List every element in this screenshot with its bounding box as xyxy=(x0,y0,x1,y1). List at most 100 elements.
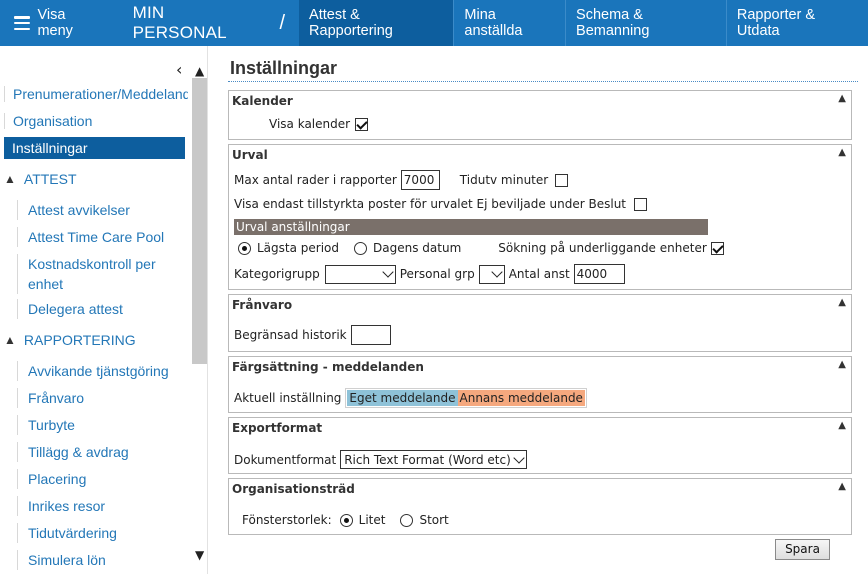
sidebar-item-delegera-attest[interactable]: Delegera attest xyxy=(17,299,187,319)
show-menu-button[interactable]: Visa meny xyxy=(0,0,117,46)
tab-mina-anstallda[interactable]: Mina anställda xyxy=(453,0,565,46)
litet-label: Litet xyxy=(358,513,386,527)
dokumentformat-label: Dokumentformat xyxy=(234,452,337,467)
sidebar-item-placering[interactable]: Placering xyxy=(17,469,187,489)
dokumentformat-value: Rich Text Format (Word etc) xyxy=(344,452,511,467)
lagsta-period-radio[interactable] xyxy=(238,241,251,255)
max-rows-row: Max antal rader i rapporter 7000 Tidutv … xyxy=(234,170,569,190)
visa-kalender-row: Visa kalender xyxy=(269,117,369,131)
tab-schema-bemanning[interactable]: Schema & Bemanning xyxy=(565,0,726,46)
dagens-datum-radio[interactable] xyxy=(354,241,368,255)
panel-title: Urval xyxy=(232,148,268,162)
sidebar-item-tidutvardering[interactable]: Tidutvärdering xyxy=(17,523,187,543)
show-menu-label: Visa meny xyxy=(37,7,73,39)
sokning-checkbox[interactable] xyxy=(710,241,724,255)
personal-grp-select[interactable] xyxy=(478,264,505,284)
sidebar-item-kostnadskontroll[interactable]: Kostnadskontroll per enhet xyxy=(17,254,187,294)
sidebar-item-tillagg-avdrag[interactable]: Tillägg & avdrag xyxy=(17,442,187,462)
panel-title: Frånvaro xyxy=(232,298,293,312)
dagens-datum-label: Dagens datum xyxy=(373,241,462,255)
panel-title: Kalender xyxy=(232,94,293,108)
collapse-panel-icon[interactable]: ▲ xyxy=(838,359,846,370)
sidebar-item-organisation[interactable]: Organisation xyxy=(4,113,188,129)
antal-anst-input[interactable]: 4000 xyxy=(573,264,625,284)
fonsterstorlek-row: Fönsterstorlek: Litet Stort xyxy=(242,513,449,527)
stort-radio[interactable] xyxy=(400,513,414,527)
sidebar-item-simulera-lon[interactable]: Simulera lön xyxy=(17,550,187,570)
max-rows-label: Max antal rader i rapporter xyxy=(234,173,397,187)
kategorigrupp-label: Kategorigrupp xyxy=(234,267,320,281)
litet-radio[interactable] xyxy=(339,513,353,527)
panel-urval: Urval ▲ Max antal rader i rapporter 7000… xyxy=(228,144,852,290)
fonsterstorlek-label: Fönsterstorlek: xyxy=(242,513,332,527)
scrollbar-thumb[interactable] xyxy=(192,78,207,364)
stort-label: Stort xyxy=(419,513,449,527)
collapse-panel-icon[interactable]: ▲ xyxy=(838,481,846,492)
chevron-up-icon: ▲ xyxy=(4,172,16,186)
visa-kalender-label: Visa kalender xyxy=(269,117,351,131)
collapse-panel-icon[interactable]: ▲ xyxy=(838,93,846,104)
save-button[interactable]: Spara xyxy=(775,539,830,560)
visa-endast-label: Visa endast tillstyrkta poster för urval… xyxy=(234,197,627,211)
panel-fargsattning: Färgsättning - meddelanden ▲ Aktuell ins… xyxy=(228,356,852,413)
panel-kalender: Kalender ▲ Visa kalender xyxy=(228,90,852,140)
sidebar-item-inrikes-resor[interactable]: Inrikes resor xyxy=(17,496,187,516)
panel-title: Exportformat xyxy=(232,421,323,435)
annans-meddelande-swatch[interactable]: Annans meddelande xyxy=(457,390,585,406)
sidebar-section-attest[interactable]: ▲ ATTEST xyxy=(4,171,77,187)
visa-endast-row: Visa endast tillstyrkta poster för urval… xyxy=(234,197,648,211)
visa-kalender-checkbox[interactable] xyxy=(355,117,369,131)
kategori-row: Kategorigrupp Personal grp Antal anst 40… xyxy=(234,264,625,284)
eget-meddelande-swatch[interactable]: Eget meddelande xyxy=(347,390,458,406)
aktuell-row: Aktuell inställning Eget meddelande Anna… xyxy=(234,388,587,408)
sidebar-item-franvaro[interactable]: Frånvaro xyxy=(17,388,187,408)
collapse-panel-icon[interactable]: ▲ xyxy=(838,147,846,158)
sidebar-item-avvikande-tjanstgoring[interactable]: Avvikande tjänstgöring xyxy=(17,361,187,381)
section-label: ATTEST xyxy=(23,171,77,187)
scroll-down-icon[interactable]: ▼ xyxy=(195,548,204,562)
antal-anst-label: Antal anst xyxy=(508,267,570,281)
max-rows-input[interactable]: 7000 xyxy=(400,170,440,190)
sidebar-scrollbar[interactable] xyxy=(192,56,207,574)
dokumentformat-select[interactable]: Rich Text Format (Word etc) xyxy=(340,450,528,469)
panel-exportformat: Exportformat ▲ Dokumentformat Rich Text … xyxy=(228,417,852,474)
begransad-label: Begränsad historik xyxy=(234,328,347,342)
kategorigrupp-select[interactable] xyxy=(324,264,396,284)
collapse-sidebar-icon[interactable]: ‹ xyxy=(176,60,182,79)
begransad-row: Begränsad historik xyxy=(234,325,391,345)
main-content: Inställningar xyxy=(228,58,858,82)
sidebar-item-attest-time-care-pool[interactable]: Attest Time Care Pool xyxy=(17,227,187,247)
tidutv-label: Tidutv minuter xyxy=(459,173,549,187)
tab-rapporter-utdata[interactable]: Rapporter & Utdata xyxy=(725,0,868,46)
visa-endast-checkbox[interactable] xyxy=(634,197,648,211)
collapse-panel-icon[interactable]: ▲ xyxy=(838,420,846,431)
section-label: RAPPORTERING xyxy=(23,332,136,348)
breadcrumb-separator: / xyxy=(279,11,286,34)
app-title[interactable]: MIN PERSONAL xyxy=(133,3,260,43)
hamburger-icon xyxy=(14,16,31,30)
panel-franvaro: Frånvaro ▲ Begränsad historik xyxy=(228,294,852,352)
sidebar-item-prenumerationer[interactable]: Prenumerationer/Meddelande xyxy=(4,86,188,102)
sidebar-item-attest-avvikelser[interactable]: Attest avvikelser xyxy=(17,200,187,220)
urval-anstallningar-header: Urval anställningar xyxy=(234,219,708,235)
sidebar-item-installningar[interactable]: Inställningar xyxy=(4,137,185,159)
collapse-panel-icon[interactable]: ▲ xyxy=(838,297,846,308)
period-radio-row: Lägsta period Dagens datum Sökning på un… xyxy=(238,241,724,255)
dokumentformat-row: Dokumentformat Rich Text Format (Word et… xyxy=(234,450,528,469)
tab-attest-rapportering[interactable]: Attest & Rapportering xyxy=(299,0,454,46)
panel-title: Organisationsträd xyxy=(232,482,355,496)
lagsta-period-label: Lägsta period xyxy=(257,241,340,255)
scroll-up-icon[interactable]: ▲ xyxy=(195,64,204,78)
tidutv-checkbox[interactable] xyxy=(555,173,569,187)
begransad-input[interactable] xyxy=(350,325,391,345)
color-swatch-group[interactable]: Eget meddelande Annans meddelande xyxy=(345,388,587,408)
sidebar: ‹ ▲ ▼ Prenumerationer/Meddelande Organis… xyxy=(0,46,208,574)
sidebar-section-rapportering[interactable]: ▲ RAPPORTERING xyxy=(4,332,136,348)
sidebar-item-turbyte[interactable]: Turbyte xyxy=(17,415,187,435)
chevron-up-icon: ▲ xyxy=(4,333,16,347)
panel-organisationstrad: Organisationsträd ▲ Fönsterstorlek: Lite… xyxy=(228,478,852,535)
personal-grp-label: Personal grp xyxy=(399,267,475,281)
aktuell-label: Aktuell inställning xyxy=(234,391,342,405)
panel-title: Färgsättning - meddelanden xyxy=(232,360,424,374)
sokning-label: Sökning på underliggande enheter xyxy=(498,241,707,255)
